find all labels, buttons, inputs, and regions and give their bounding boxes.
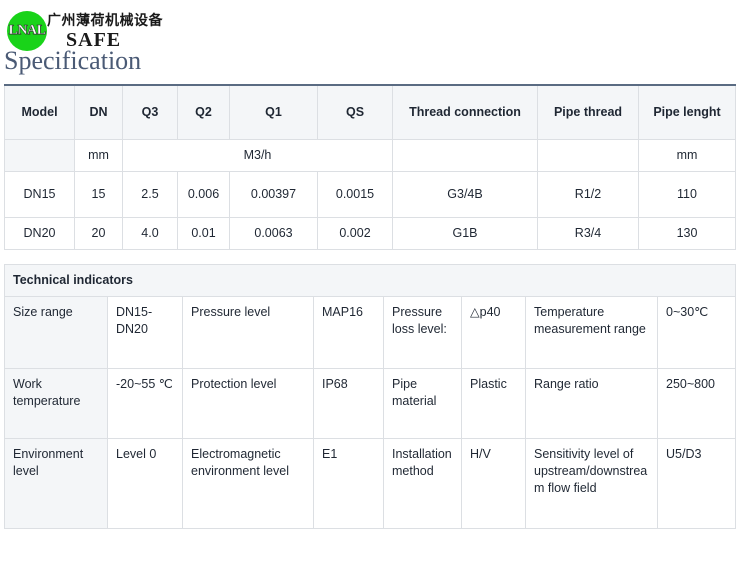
tech-label-work-temperature: Work temperature bbox=[4, 367, 108, 439]
spec-unit-flow: M3/h bbox=[122, 138, 393, 172]
tech-label-temperature-measurement-range: Temperature measurement range bbox=[525, 295, 658, 369]
tech-label-sensitivity-level: Sensitivity level of upstream/downstream… bbox=[525, 437, 658, 529]
spec-cell-pipe-thread: R3/4 bbox=[537, 216, 639, 250]
spec-cell-q1: 0.0063 bbox=[229, 216, 318, 250]
spec-cell-q3: 2.5 bbox=[122, 170, 178, 218]
spec-header-dn: DN bbox=[74, 84, 123, 140]
spec-cell-thread-connection: G3/4B bbox=[392, 170, 538, 218]
tech-value-electromagnetic-environment-level: E1 bbox=[313, 437, 384, 529]
tech-section-title: Technical indicators bbox=[3, 263, 737, 297]
tech-label-installation-method: Installation method bbox=[383, 437, 462, 529]
spec-header-model: Model bbox=[4, 84, 75, 140]
table-row: Size range DN15-DN20 Pressure level MAP1… bbox=[4, 295, 737, 369]
logo-mark-icon: LNAL bbox=[7, 11, 47, 51]
tech-value-environment-level: Level 0 bbox=[107, 437, 183, 529]
tech-label-electromagnetic-environment-level: Electromagnetic environment level bbox=[182, 437, 314, 529]
spec-unit-dn: mm bbox=[74, 138, 123, 172]
tech-label-environment-level: Environment level bbox=[4, 437, 108, 529]
specification-page: LNAL 广州薄荷机械设备 SAFE Specification Model D… bbox=[0, 0, 739, 581]
spec-cell-thread-connection: G1B bbox=[392, 216, 538, 250]
spec-cell-dn: 15 bbox=[74, 170, 123, 218]
logo-mark-text: LNAL bbox=[8, 23, 46, 38]
tech-label-pressure-level: Pressure level bbox=[182, 295, 314, 369]
spec-unit-pipe-thread bbox=[537, 138, 639, 172]
spec-cell-dn: 20 bbox=[74, 216, 123, 250]
spec-header-qs: QS bbox=[317, 84, 393, 140]
tech-value-installation-method: H/V bbox=[461, 437, 526, 529]
spec-unit-model bbox=[4, 138, 75, 172]
table-row: Environment level Level 0 Electromagneti… bbox=[4, 437, 737, 529]
table-row: DN15 15 2.5 0.006 0.00397 0.0015 G3/4B R… bbox=[4, 170, 736, 218]
spec-cell-pipe-thread: R1/2 bbox=[537, 170, 639, 218]
tech-section-header-row: Technical indicators bbox=[3, 263, 737, 297]
company-name-chinese: 广州薄荷机械设备 bbox=[47, 13, 163, 29]
tech-value-temperature-measurement-range: 0~30℃ bbox=[656, 295, 737, 369]
table-row: DN20 20 4.0 0.01 0.0063 0.002 G1B R3/4 1… bbox=[4, 216, 736, 250]
tech-value-pressure-level: MAP16 bbox=[313, 295, 384, 369]
spec-cell-q1: 0.00397 bbox=[229, 170, 318, 218]
tech-label-protection-level: Protection level bbox=[182, 367, 314, 439]
spec-cell-pipe-lenght: 130 bbox=[638, 216, 736, 250]
page-title: Specification bbox=[4, 46, 142, 75]
spec-header-q3: Q3 bbox=[122, 84, 178, 140]
specification-table: Model DN Q3 Q2 Q1 QS Thread connection P… bbox=[4, 84, 736, 250]
spec-cell-model: DN15 bbox=[4, 170, 75, 218]
tech-value-size-range: DN15-DN20 bbox=[107, 295, 183, 369]
tech-value-sensitivity-level: U5/D3 bbox=[656, 437, 737, 529]
spec-header-pipe-thread: Pipe thread bbox=[537, 84, 639, 140]
spec-cell-pipe-lenght: 110 bbox=[638, 170, 736, 218]
spec-header-pipe-lenght: Pipe lenght bbox=[638, 84, 736, 140]
spec-cell-model: DN20 bbox=[4, 216, 75, 250]
spec-cell-q2: 0.006 bbox=[177, 170, 230, 218]
tech-value-protection-level: IP68 bbox=[313, 367, 384, 439]
spec-header-q1: Q1 bbox=[229, 84, 318, 140]
table-row: Work temperature -20~55 ℃ Protection lev… bbox=[4, 367, 737, 439]
spec-cell-qs: 0.002 bbox=[317, 216, 393, 250]
tech-value-pressure-loss-level: △p40 bbox=[461, 295, 526, 369]
spec-cell-qs: 0.0015 bbox=[317, 170, 393, 218]
spec-unit-row: mm M3/h mm bbox=[4, 138, 736, 172]
spec-cell-q2: 0.01 bbox=[177, 216, 230, 250]
spec-header-row: Model DN Q3 Q2 Q1 QS Thread connection P… bbox=[4, 84, 736, 140]
tables-container: Model DN Q3 Q2 Q1 QS Thread connection P… bbox=[3, 84, 737, 529]
tech-value-range-ratio: 250~800 bbox=[656, 367, 737, 439]
tech-label-pressure-loss-level: Pressure loss level: bbox=[383, 295, 462, 369]
spec-unit-thread-connection bbox=[392, 138, 538, 172]
spec-header-thread-connection: Thread connection bbox=[392, 84, 538, 140]
tech-value-pipe-material: Plastic bbox=[461, 367, 526, 439]
tech-label-size-range: Size range bbox=[4, 295, 108, 369]
spec-unit-pipe-lenght: mm bbox=[638, 138, 736, 172]
tech-label-range-ratio: Range ratio bbox=[525, 367, 658, 439]
spec-cell-q3: 4.0 bbox=[122, 216, 178, 250]
tech-label-pipe-material: Pipe material bbox=[383, 367, 462, 439]
technical-indicators-table: Technical indicators Size range DN15-DN2… bbox=[3, 263, 737, 529]
spec-header-q2: Q2 bbox=[177, 84, 230, 140]
tech-value-work-temperature: -20~55 ℃ bbox=[107, 367, 183, 439]
